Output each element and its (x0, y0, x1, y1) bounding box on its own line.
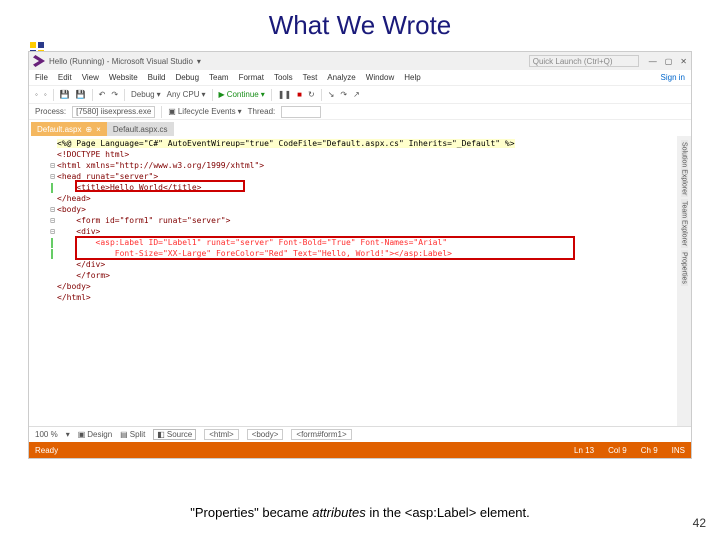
lifecycle-dropdown[interactable]: ▣ Lifecycle Events ▾ (168, 107, 241, 116)
toolbar-main: ◦ ◦ 💾 💾 ↶ ↷ Debug ▾ Any CPU ▾ ▶ Continue… (29, 86, 691, 104)
config-anycpu[interactable]: Any CPU ▾ (167, 90, 206, 99)
window-title: Hello (Running) - Microsoft Visual Studi… (49, 57, 193, 66)
status-ch: Ch 9 (641, 446, 658, 455)
undo-icon[interactable]: ↶ (99, 90, 106, 99)
menu-window[interactable]: Window (366, 73, 394, 82)
menu-view[interactable]: View (82, 73, 99, 82)
sign-in-link[interactable]: Sign in (661, 73, 685, 82)
menu-debug[interactable]: Debug (175, 73, 199, 82)
toolbar-debug: Process: [7580] iisexpress.exe ▣ Lifecyc… (29, 104, 691, 120)
status-line: Ln 13 (574, 446, 594, 455)
zoom-level[interactable]: 100 % (35, 430, 58, 439)
menu-help[interactable]: Help (404, 73, 420, 82)
editor-area: <%@ Page Language="C#" AutoEventWireup="… (29, 136, 691, 426)
status-col: Col 9 (608, 446, 627, 455)
continue-button[interactable]: ▶ Continue ▾ (219, 90, 265, 99)
save-icon[interactable]: 💾 (60, 90, 70, 99)
thread-label: Thread: (248, 107, 276, 116)
statusbar: Ready Ln 13 Col 9 Ch 9 INS (29, 442, 691, 458)
process-label: Process: (35, 107, 66, 116)
menu-file[interactable]: File (35, 73, 48, 82)
thread-dropdown[interactable] (281, 106, 321, 118)
stop-icon[interactable]: ■ (297, 90, 302, 99)
restart-icon[interactable]: ↻ (308, 90, 315, 99)
menubar: File Edit View Website Build Debug Team … (29, 70, 691, 86)
menu-build[interactable]: Build (148, 73, 166, 82)
minimize-icon[interactable]: — (649, 57, 657, 66)
maximize-icon[interactable]: ▢ (665, 57, 673, 66)
document-tab-strip: Default.aspx ⊕ × Default.aspx.cs (29, 120, 691, 136)
config-debug[interactable]: Debug ▾ (131, 90, 161, 99)
tab-properties[interactable]: Properties (681, 250, 688, 286)
editor-bottom-bar: 100 % ▾ ▣ Design ▤ Split ◧ Source <html>… (29, 426, 691, 442)
page-number: 42 (693, 516, 706, 530)
menu-test[interactable]: Test (303, 73, 318, 82)
vs-window: Hello (Running) - Microsoft Visual Studi… (28, 51, 692, 459)
nav-fwd-icon[interactable]: ◦ (44, 90, 47, 99)
tab-solution-explorer[interactable]: Solution Explorer (681, 140, 688, 197)
vs-logo-icon (33, 55, 45, 67)
menu-tools[interactable]: Tools (274, 73, 293, 82)
redo-icon[interactable]: ↷ (111, 90, 118, 99)
pin-icon[interactable]: ⊕ (85, 125, 92, 134)
process-dropdown[interactable]: [7580] iisexpress.exe (72, 106, 155, 118)
crumb-html[interactable]: <html> (204, 429, 238, 440)
step-over-icon[interactable]: ↷ (340, 90, 347, 99)
code-editor[interactable]: <%@ Page Language="C#" AutoEventWireup="… (29, 136, 677, 426)
menu-team[interactable]: Team (209, 73, 229, 82)
slide-caption: Properties became attributes in the <asp… (0, 505, 720, 520)
menu-format[interactable]: Format (239, 73, 264, 82)
status-ready: Ready (35, 446, 58, 455)
quick-launch-input[interactable]: Quick Launch (Ctrl+Q) (529, 55, 639, 67)
slide-title: What We Wrote (0, 0, 720, 45)
menu-analyze[interactable]: Analyze (327, 73, 355, 82)
crumb-form[interactable]: <form#form1> (291, 429, 351, 440)
pause-icon[interactable]: ❚❚ (278, 90, 291, 99)
titlebar-dropdown-icon[interactable]: ▾ (197, 57, 201, 66)
step-into-icon[interactable]: ↘ (328, 90, 335, 99)
tab-close-icon[interactable]: × (96, 125, 101, 134)
tab-team-explorer[interactable]: Team Explorer (681, 199, 688, 248)
right-side-tabs: Solution Explorer Team Explorer Properti… (677, 136, 691, 426)
nav-back-icon[interactable]: ◦ (35, 90, 38, 99)
save-all-icon[interactable]: 💾 (76, 90, 86, 99)
tab-default-aspx[interactable]: Default.aspx ⊕ × (31, 122, 107, 136)
close-icon[interactable]: ✕ (680, 57, 687, 66)
status-ins: INS (672, 446, 685, 455)
titlebar: Hello (Running) - Microsoft Visual Studi… (29, 52, 691, 70)
crumb-body[interactable]: <body> (247, 429, 284, 440)
tab-default-aspx-cs[interactable]: Default.aspx.cs (107, 122, 174, 136)
menu-website[interactable]: Website (109, 73, 138, 82)
view-split[interactable]: ▤ Split (120, 430, 145, 439)
view-source[interactable]: ◧ Source (153, 429, 196, 440)
view-design[interactable]: ▣ Design (78, 430, 112, 439)
menu-edit[interactable]: Edit (58, 73, 72, 82)
step-out-icon[interactable]: ↗ (353, 90, 360, 99)
